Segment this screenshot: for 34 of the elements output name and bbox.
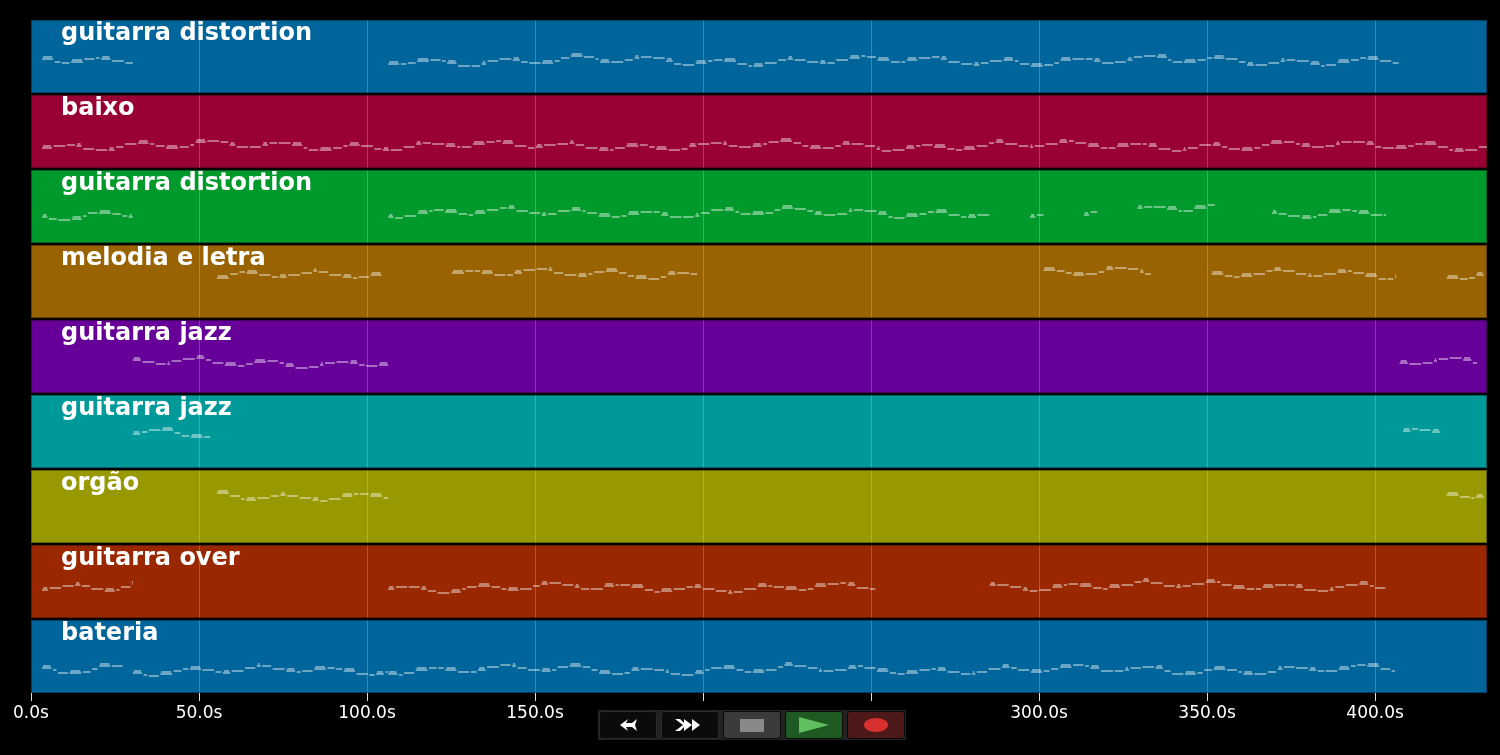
rewind-button[interactable] [599,711,657,739]
record-icon [864,718,888,732]
axis-tick [1375,693,1377,701]
stop-icon [740,718,764,732]
axis-tick [703,693,705,701]
axis-tick [31,693,32,701]
time-label: 300.0s [1010,702,1068,722]
time-label: 50.0s [175,702,223,722]
track-name: melodia e letra [61,243,266,272]
time-label: 400.0s [1346,702,1404,722]
rewind-icon [619,718,637,732]
track-name: guitarra distortion [61,18,313,47]
axis-tick [367,693,368,701]
track-name: guitarra jazz [61,393,232,422]
time-label: 0.0s [13,702,49,722]
track-name: bateria [61,618,159,647]
axis-tick [199,693,200,701]
track-name: guitarra over [61,543,240,572]
track-name: guitarra jazz [61,318,232,347]
track-name: baixo [61,93,135,122]
stop-button[interactable] [723,711,781,739]
play-icon [799,717,829,733]
time-label: 350.0s [1178,702,1236,722]
axis-tick [535,693,537,701]
axis-tick [1207,693,1209,701]
fast-forward-button[interactable] [661,711,719,739]
track-name: guitarra distortion [61,168,313,197]
play-button[interactable] [785,711,843,739]
track-name: orgão [61,468,140,497]
axis-tick [871,693,873,701]
axis-tick [1039,693,1041,701]
time-label: 150.0s [506,702,564,722]
time-label: 100.0s [338,702,396,722]
record-button[interactable] [847,711,905,739]
